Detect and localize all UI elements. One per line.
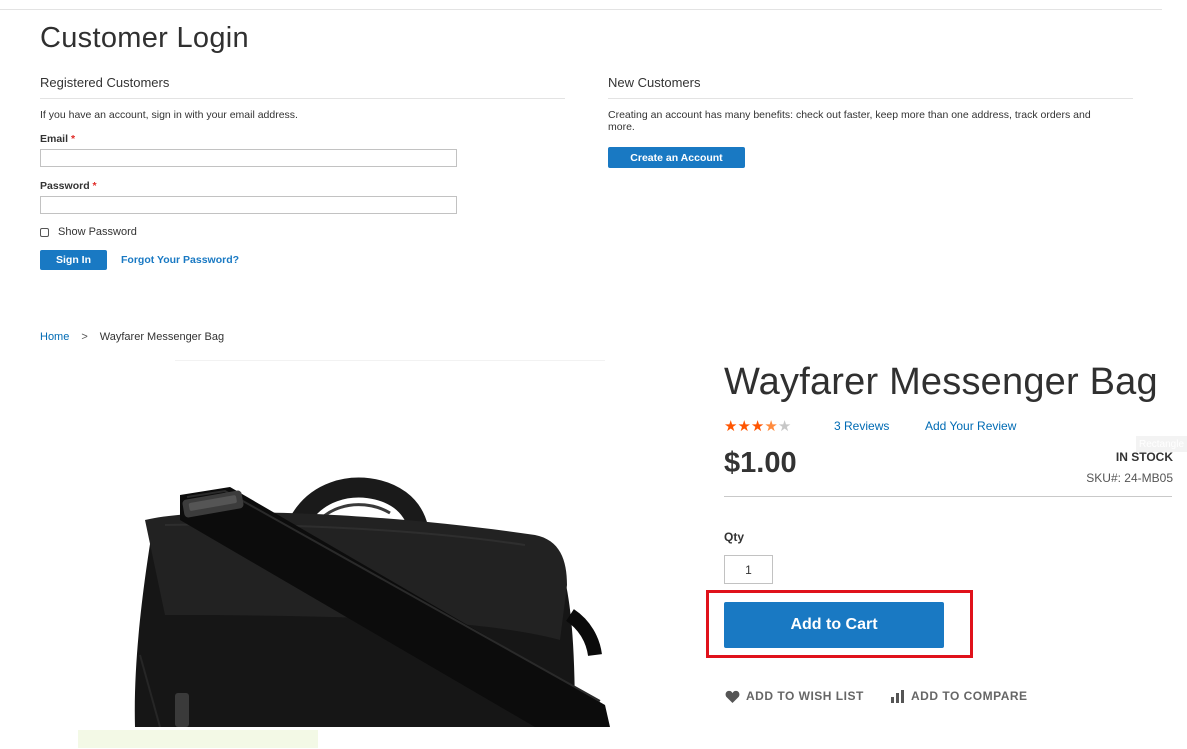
gallery-thumbnail-strip [78,730,318,748]
top-divider [0,9,1162,10]
price-divider [724,496,1172,497]
star-half-icon: ★ [764,418,778,435]
qty-label: Qty [724,530,745,544]
add-to-cart-button[interactable]: Add to Cart [724,602,944,648]
breadcrumb: Home > Wayfarer Messenger Bag [40,331,224,343]
qty-input[interactable] [724,555,773,584]
breadcrumb-home-link[interactable]: Home [40,331,69,343]
email-label: Email * [40,133,75,145]
product-name: Wayfarer Messenger Bag [724,361,1158,403]
star-icon: ★ [737,418,751,435]
heart-icon [725,690,740,703]
breadcrumb-separator: > [81,331,88,343]
email-label-text: Email [40,133,69,145]
show-password-checkbox[interactable] [40,228,49,237]
product-price: $1.00 [724,447,797,479]
registered-divider [40,98,565,99]
wishlist-label: ADD TO WISH LIST [746,689,864,703]
add-to-compare-link[interactable]: ADD TO COMPARE [891,689,1028,703]
messenger-bag-image [134,477,610,727]
forgot-password-link[interactable]: Forgot Your Password? [121,254,239,266]
password-label: Password * [40,180,97,192]
product-image[interactable] [105,465,615,727]
create-account-button[interactable]: Create an Account [608,147,745,168]
required-mark: * [70,133,76,145]
registered-customers-heading: Registered Customers [40,75,170,90]
product-sku: SKU#: 24-MB05 [1086,471,1173,485]
add-review-link[interactable]: Add Your Review [925,419,1016,433]
star-empty-icon: ★ [777,418,792,435]
password-field[interactable] [40,196,457,214]
new-customers-heading: New Customers [608,75,701,90]
show-password-label[interactable]: Show Password [58,226,137,238]
star-icon: ★ [750,418,765,435]
sign-in-button[interactable]: Sign In [40,250,107,270]
rating-stars: ★★★★★ [724,417,791,435]
reviews-link[interactable]: 3 Reviews [834,419,889,433]
password-label-text: Password [40,180,90,192]
new-customers-divider [608,98,1133,99]
page-title: Customer Login [40,22,249,54]
registered-intro: If you have an account, sign in with you… [40,109,298,121]
star-icon: ★ [724,418,738,435]
email-field[interactable] [40,149,457,167]
compare-label: ADD TO COMPARE [911,689,1028,703]
stock-status: IN STOCK [1115,450,1173,464]
bar-chart-icon [891,689,904,703]
required-mark: * [92,180,97,192]
breadcrumb-current: Wayfarer Messenger Bag [99,331,225,343]
new-customers-intro: Creating an account has many benefits: c… [608,109,1091,133]
add-to-wishlist-link[interactable]: ADD TO WISH LIST [725,689,864,703]
gallery-top-line [175,360,605,361]
